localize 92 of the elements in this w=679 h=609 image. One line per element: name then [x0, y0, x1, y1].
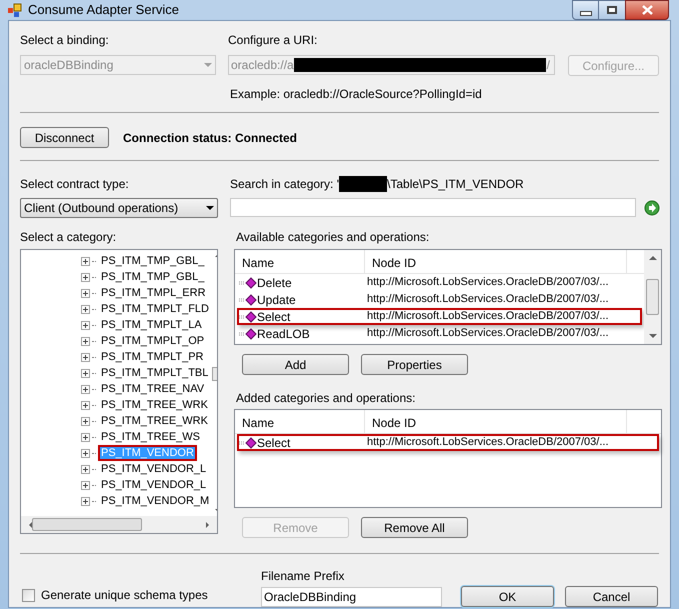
column-header[interactable]: Name [235, 250, 365, 273]
operation-name: Delete [257, 274, 292, 292]
expand-icon[interactable] [81, 448, 90, 458]
tree-item[interactable]: PS_ITM_TMPLT_OP [98, 333, 208, 349]
expand-icon[interactable] [81, 368, 90, 378]
search-field[interactable] [230, 198, 636, 217]
tree-item[interactable]: PS_ITM_TMP_GBL_ [98, 269, 208, 285]
field-label: Select contract type: [20, 176, 130, 193]
scrollbar[interactable] [644, 250, 661, 344]
properties-button[interactable]: Properties [361, 354, 468, 375]
window-title: Consume Adapter Service [28, 1, 180, 20]
expand-icon[interactable] [81, 384, 90, 394]
list-label: Added categories and operations: [236, 390, 416, 407]
dropdown-arrow-icon [204, 63, 212, 67]
remove-all-button[interactable]: Remove All [361, 517, 468, 538]
add-button[interactable]: Add [242, 354, 349, 375]
expand-icon[interactable] [81, 272, 90, 282]
tree-item[interactable]: PS_ITM_TMP_GBL_ [98, 253, 208, 269]
dropdown-arrow-icon [206, 206, 214, 210]
tree-item[interactable]: PS_ITM_TMPLT_LA [98, 317, 205, 333]
ok-button[interactable]: OK [461, 586, 554, 607]
field-label: Select a category: [20, 229, 118, 246]
tree-item[interactable]: PS_ITM_VENDOR_L [98, 461, 210, 477]
cancel-button[interactable]: Cancel [565, 586, 658, 607]
search-label: Search in category: ' [230, 176, 340, 193]
operation-name: ReadLOB [257, 326, 310, 342]
app-icon [8, 3, 22, 17]
field-label: Configure a URI: [228, 32, 318, 49]
tree-item[interactable]: PS_ITM_VENDOR_M [98, 493, 212, 509]
node-id: http://Microsoft.LobServices.OracleDB/2007/03/... [367, 275, 609, 290]
tree-item[interactable]: PS_ITM_VENDOR_L [98, 477, 210, 493]
column-header[interactable]: Node ID [365, 410, 627, 433]
node-id: http://Microsoft.LobServices.OracleDB/2007/03/... [367, 435, 609, 450]
field-label: Filename Prefix [261, 568, 346, 585]
redaction-bar [339, 176, 388, 192]
tree-item[interactable]: PS_ITM_TREE_WRK [98, 413, 211, 429]
expand-icon[interactable] [81, 416, 90, 426]
operation-icon [239, 436, 257, 448]
expand-icon[interactable] [81, 304, 90, 314]
tree-item[interactable]: PS_ITM_TMPLT_FLD [98, 301, 212, 317]
operation-row[interactable]: ReadLOB http://Microsoft.LobServices.OracleDB/2007/03/... [237, 325, 642, 342]
node-id: http://Microsoft.LobServices.OracleDB/2007/03/... [367, 309, 609, 324]
operation-name: Update [257, 292, 296, 308]
contract-value: Client (Outbound operations) [24, 200, 178, 217]
operation-row[interactable]: Select http://Microsoft.LobServices.OracleDB/2007/03/... [237, 434, 659, 451]
expand-icon[interactable] [81, 320, 90, 330]
expand-icon[interactable] [81, 432, 90, 442]
column-header[interactable]: Node ID [365, 250, 627, 273]
operation-icon [239, 294, 257, 306]
close-button[interactable] [625, 0, 669, 20]
tree-item[interactable]: PS_ITM_TMPLT_TBL [98, 365, 212, 381]
operation-row[interactable]: Delete http://Microsoft.LobServices.OracleDB/2007/03/... [237, 274, 642, 291]
expand-icon[interactable] [81, 496, 90, 506]
tree-item[interactable]: PS_ITM_TREE_WS [98, 429, 204, 445]
checkbox-label: Generate unique schema types [41, 587, 208, 604]
list-label: Available categories and operations: [236, 229, 430, 246]
field-label: Select a binding: [20, 32, 110, 49]
node-id: http://Microsoft.LobServices.OracleDB/2007/03/... [367, 292, 609, 308]
tree-item[interactable]: PS_ITM_TMPLT_PR [98, 349, 206, 365]
node-id: http://Microsoft.LobServices.OracleDB/2007/03/... [367, 326, 609, 342]
search-label: \Table\PS_ITM_VENDOR [387, 176, 524, 193]
checkbox[interactable] [22, 588, 35, 602]
uri-value: / [546, 57, 551, 74]
tree-item[interactable]: PS_ITM_TREE_NAV [98, 381, 208, 397]
filename-prefix-field[interactable]: OracleDBBinding [261, 587, 442, 607]
operation-name: Select [257, 434, 290, 452]
close-icon [642, 5, 652, 15]
expand-icon[interactable] [81, 288, 90, 298]
operation-row[interactable]: Update http://Microsoft.LobServices.OracleDB/2007/03/... [237, 291, 642, 308]
operation-icon [239, 276, 257, 288]
disconnect-button[interactable]: Disconnect [20, 127, 109, 148]
contract-dropdown[interactable]: Client (Outbound operations) [20, 198, 218, 218]
tree-item[interactable]: PS_ITM_TMPL_ERR [98, 285, 209, 301]
expand-icon[interactable] [81, 256, 90, 266]
minimize-button[interactable] [572, 0, 599, 20]
operation-icon [239, 310, 257, 322]
expand-icon[interactable] [81, 352, 90, 362]
operation-row[interactable]: Select http://Microsoft.LobServices.OracleDB/2007/03/... [237, 308, 642, 325]
expand-icon[interactable] [81, 336, 90, 346]
operation-icon [239, 328, 257, 340]
uri-value: oracledb://a [231, 57, 294, 74]
uri-example: Example: oracledb://OracleSource?PollingId=id [230, 86, 483, 103]
column-header[interactable]: Name [235, 410, 365, 433]
connection-status: Connection status: Connected [123, 130, 298, 146]
expand-icon[interactable] [81, 464, 90, 474]
expand-icon[interactable] [81, 400, 90, 410]
operation-name: Select [257, 308, 290, 326]
tree-item[interactable]: PS_ITM_TREE_WRK [98, 397, 211, 413]
maximize-button[interactable] [599, 0, 625, 20]
expand-icon[interactable] [81, 480, 90, 490]
binding-value: oracleDBBinding [24, 57, 114, 74]
horizontal-scrollbar[interactable] [21, 516, 217, 533]
